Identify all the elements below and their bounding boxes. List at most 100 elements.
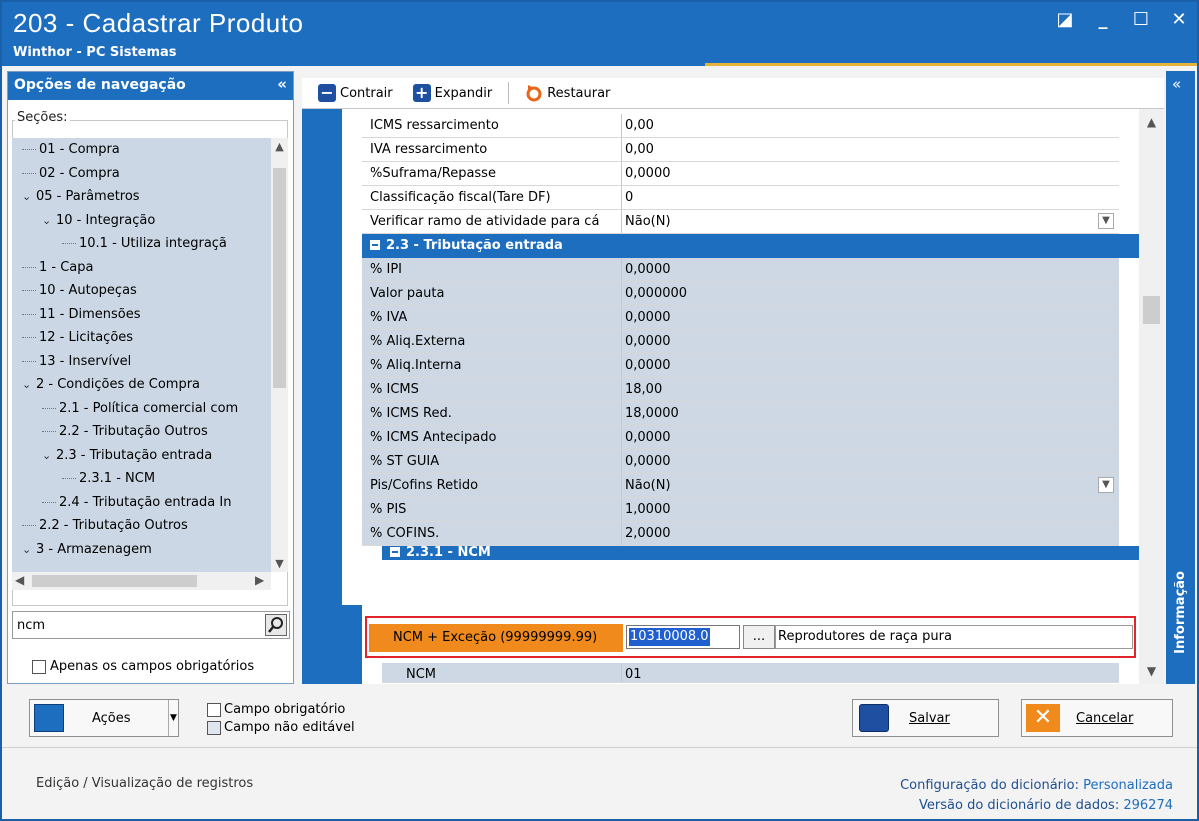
required-only-checkbox[interactable] xyxy=(32,659,46,674)
tree-item[interactable]: ⌄ 05 - Parâmetros xyxy=(12,185,271,209)
expand-chevron-icon[interactable]: ⌄ xyxy=(42,209,56,233)
property-row[interactable]: %Suframa/Repasse 0,0000 xyxy=(362,162,1119,186)
tree-item[interactable]: ⌄ 3 - Armazenagem xyxy=(12,538,271,562)
collapse-button[interactable]: − Contrair xyxy=(310,84,401,102)
property-row[interactable]: % ICMS Red. 18,0000 xyxy=(362,402,1119,426)
restore-button[interactable]: Restaurar xyxy=(517,84,618,102)
property-value[interactable]: Não(N) xyxy=(622,210,1119,233)
tree-item[interactable]: 2.3.1 - NCM xyxy=(12,467,271,491)
ncm-lookup-button[interactable]: ... xyxy=(743,625,775,649)
scroll-down-icon[interactable]: ▼ xyxy=(271,557,288,570)
property-value[interactable]: 0,0000 xyxy=(622,330,1119,353)
property-row[interactable]: % ICMS Antecipado 0,0000 xyxy=(362,426,1119,450)
property-value[interactable]: 2,0000 xyxy=(622,522,1119,545)
collapse-nav-icon[interactable]: « xyxy=(277,75,287,93)
tree-item[interactable]: 01 - Compra xyxy=(12,138,271,162)
tree-item[interactable]: 2.2 - Tributação Outros xyxy=(12,420,271,444)
tree-item[interactable]: 02 - Compra xyxy=(12,162,271,186)
collapse-info-icon[interactable]: « xyxy=(1172,75,1181,93)
actions-button[interactable]: Ações ▼ xyxy=(29,699,179,737)
property-value[interactable]: 1,0000 xyxy=(622,498,1119,521)
grid-section-header[interactable]: 2.3.1 - NCM xyxy=(382,546,1139,560)
dropdown-arrow-icon[interactable]: ▼ xyxy=(168,700,178,736)
tree-item[interactable]: 12 - Licitações xyxy=(12,326,271,350)
tree-vertical-scrollbar[interactable]: ▲ ▼ xyxy=(271,138,288,572)
tree-item[interactable]: 13 - Inservível xyxy=(12,350,271,374)
maximize-button[interactable]: ☐ xyxy=(1131,10,1151,30)
property-value[interactable]: 0,0000 xyxy=(622,162,1119,185)
scroll-left-icon[interactable]: ◀ xyxy=(15,573,24,587)
property-value[interactable]: 0,0000 xyxy=(622,306,1119,329)
property-value[interactable]: 0,00 xyxy=(622,114,1119,137)
scroll-up-icon[interactable]: ▲ xyxy=(1139,115,1164,129)
tree-item[interactable]: 2.4 - Tributação entrada In xyxy=(12,491,271,515)
save-icon xyxy=(859,704,889,732)
expand-chevron-icon[interactable]: ⌄ xyxy=(42,444,56,468)
property-value[interactable]: 0,0000 xyxy=(622,426,1119,449)
tree-item[interactable]: 10.1 - Utiliza integraçã xyxy=(12,232,271,256)
tree-item[interactable]: 11 - Dimensões xyxy=(12,303,271,327)
property-row[interactable]: % ST GUIA 0,0000 xyxy=(362,450,1119,474)
property-row[interactable]: % Aliq.Externa 0,0000 xyxy=(362,330,1119,354)
scroll-thumb[interactable] xyxy=(273,168,286,388)
property-row[interactable]: ICMS ressarcimento 0,00 xyxy=(362,114,1119,138)
collapse-section-icon[interactable] xyxy=(370,240,380,250)
scroll-thumb[interactable] xyxy=(32,575,197,587)
required-only-option[interactable]: Apenas os campos obrigatórios xyxy=(32,659,254,674)
tree-item[interactable]: 2.1 - Política comercial com xyxy=(12,397,271,421)
search-input[interactable] xyxy=(17,618,257,633)
collapse-section-icon[interactable] xyxy=(390,547,400,557)
grid-section-header[interactable]: 2.3 - Tributação entrada xyxy=(362,234,1139,258)
property-value[interactable]: 18,00 xyxy=(622,378,1119,401)
tree-horizontal-scrollbar[interactable]: ◀ ▶ xyxy=(12,572,271,590)
search-button[interactable] xyxy=(265,614,287,636)
property-value[interactable]: 0,0000 xyxy=(622,354,1119,377)
scroll-thumb[interactable] xyxy=(1143,296,1160,324)
scroll-down-icon[interactable]: ▼ xyxy=(1139,664,1164,678)
property-row[interactable]: % IPI 0,0000 xyxy=(362,258,1119,282)
property-row[interactable]: Classificação fiscal(Tare DF) 0 xyxy=(362,186,1119,210)
property-value[interactable]: 0,0000 xyxy=(622,450,1119,473)
cancel-button[interactable]: ✕ Cancelar xyxy=(1021,699,1173,737)
chevron-down-icon[interactable]: ▼ xyxy=(1098,213,1114,229)
property-row[interactable]: Verificar ramo de atividade para cá Não(N… xyxy=(362,210,1119,234)
property-value[interactable]: 18,0000 xyxy=(622,402,1119,425)
chevron-down-icon[interactable]: ▼ xyxy=(1098,477,1114,493)
save-button[interactable]: Salvar xyxy=(852,699,999,737)
restore-window-icon[interactable]: ◪ xyxy=(1055,10,1075,30)
property-row[interactable]: % Aliq.Interna 0,0000 xyxy=(362,354,1119,378)
property-row[interactable]: % PIS 1,0000 xyxy=(362,498,1119,522)
tree-item[interactable]: ⌄ 2 - Condições de Compra xyxy=(12,373,271,397)
property-row[interactable]: Pis/Cofins Retido Não(N) ▼ xyxy=(362,474,1119,498)
property-value[interactable]: 0 xyxy=(622,186,1119,209)
scroll-up-icon[interactable]: ▲ xyxy=(271,140,288,153)
tree-item[interactable]: ⌄ 10 - Integração xyxy=(12,209,271,233)
property-value[interactable]: 0,0000 xyxy=(622,258,1119,281)
tree-item[interactable]: 2.2 - Tributação Outros xyxy=(12,514,271,538)
tree-item[interactable]: 10 - Autopeças xyxy=(12,279,271,303)
property-row[interactable]: % IVA 0,0000 xyxy=(362,306,1119,330)
property-value[interactable]: 0,000000 xyxy=(622,282,1119,305)
info-panel[interactable]: « Informação xyxy=(1166,71,1195,684)
tree-item[interactable]: 1 - Capa xyxy=(12,256,271,280)
tree-item[interactable]: ⌄ 2.3 - Tributação entrada xyxy=(12,444,271,468)
ncm-exception-input[interactable]: 10310008.0 xyxy=(626,625,740,649)
property-value[interactable]: Não(N) xyxy=(622,474,1119,497)
expand-button[interactable]: + Expandir xyxy=(405,84,501,102)
section-tree[interactable]: 01 - Compra 02 - Compra ⌄ 05 - Parâmetros ⌄ 1… xyxy=(12,138,271,572)
expand-chevron-icon[interactable]: ⌄ xyxy=(22,373,36,397)
grid-vertical-scrollbar[interactable]: ▲ ▼ xyxy=(1139,109,1164,684)
expand-chevron-icon[interactable]: ⌄ xyxy=(22,538,36,562)
property-value[interactable]: 0,00 xyxy=(622,138,1119,161)
property-row[interactable]: IVA ressarcimento 0,00 xyxy=(362,138,1119,162)
property-row[interactable]: % COFINS. 2,0000 xyxy=(362,522,1119,546)
property-value[interactable]: 01 xyxy=(622,663,1119,682)
property-row[interactable]: % ICMS 18,00 xyxy=(362,378,1119,402)
property-row[interactable]: NCM 01 xyxy=(382,663,1119,683)
expand-chevron-icon[interactable]: ⌄ xyxy=(22,185,36,209)
close-button[interactable]: ✕ xyxy=(1169,10,1189,30)
property-row[interactable]: Valor pauta 0,000000 xyxy=(362,282,1119,306)
minimize-button[interactable]: _ xyxy=(1093,10,1113,30)
scroll-right-icon[interactable]: ▶ xyxy=(255,573,264,587)
section-search[interactable] xyxy=(12,611,290,639)
